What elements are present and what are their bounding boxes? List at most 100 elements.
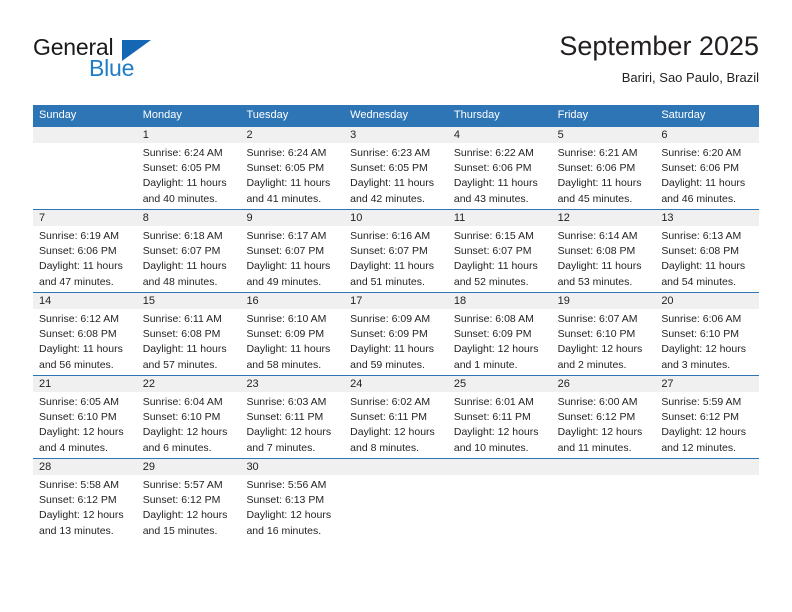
day-cell[interactable]: Sunrise: 6:02 AM Sunset: 6:11 PM Dayligh… [344, 392, 448, 458]
day-cell[interactable]: Sunrise: 6:13 AM Sunset: 6:08 PM Dayligh… [655, 226, 759, 292]
day-number[interactable]: 14 [33, 293, 137, 309]
day-number[interactable]: 28 [33, 459, 137, 475]
day-cell[interactable]: Sunrise: 6:09 AM Sunset: 6:09 PM Dayligh… [344, 309, 448, 375]
day-cell[interactable]: Sunrise: 6:16 AM Sunset: 6:07 PM Dayligh… [344, 226, 448, 292]
day-number[interactable]: 1 [137, 127, 241, 143]
sunset-text: Sunset: 6:10 PM [661, 328, 739, 341]
day-number[interactable]: 5 [552, 127, 656, 143]
daylight-text-line2: and 58 minutes. [246, 358, 322, 371]
day-cell[interactable]: Sunrise: 6:24 AM Sunset: 6:05 PM Dayligh… [137, 143, 241, 209]
day-cell[interactable]: Sunrise: 6:24 AM Sunset: 6:05 PM Dayligh… [240, 143, 344, 209]
day-number[interactable]: 29 [137, 459, 241, 475]
day-cell[interactable]: Sunrise: 6:05 AM Sunset: 6:10 PM Dayligh… [33, 392, 137, 458]
sunrise-text: Sunrise: 6:00 AM [557, 396, 638, 408]
day-cell[interactable] [552, 475, 656, 541]
day-number[interactable]: 13 [655, 210, 759, 226]
day-number[interactable]: 4 [448, 127, 552, 143]
sunrise-text: Sunrise: 6:08 AM [453, 313, 534, 325]
sunrise-text: Sunrise: 6:18 AM [142, 230, 223, 242]
day-number[interactable] [448, 459, 552, 475]
day-cell[interactable]: Sunrise: 5:58 AM Sunset: 6:12 PM Dayligh… [33, 475, 137, 541]
day-number[interactable]: 12 [552, 210, 656, 226]
day-cell[interactable]: Sunrise: 5:59 AM Sunset: 6:12 PM Dayligh… [655, 392, 759, 458]
daylight-text-line2: and 10 minutes. [453, 441, 529, 454]
day-number[interactable]: 17 [344, 293, 448, 309]
sunrise-text: Sunrise: 6:15 AM [453, 230, 534, 242]
day-number[interactable]: 9 [240, 210, 344, 226]
day-number[interactable]: 27 [655, 376, 759, 392]
day-number[interactable]: 16 [240, 293, 344, 309]
sunrise-text: Sunrise: 6:22 AM [453, 147, 534, 159]
day-cell[interactable]: Sunrise: 5:56 AM Sunset: 6:13 PM Dayligh… [240, 475, 344, 541]
day-number[interactable]: 25 [448, 376, 552, 392]
day-number[interactable]: 3 [344, 127, 448, 143]
day-number[interactable]: 6 [655, 127, 759, 143]
day-cell[interactable]: Sunrise: 6:22 AM Sunset: 6:06 PM Dayligh… [448, 143, 552, 209]
sunrise-text: Sunrise: 5:57 AM [142, 479, 223, 491]
daylight-text-line1: Daylight: 11 hours [661, 260, 746, 273]
day-number[interactable] [552, 459, 656, 475]
day-cell[interactable]: Sunrise: 6:08 AM Sunset: 6:09 PM Dayligh… [448, 309, 552, 375]
daylight-text-line1: Daylight: 11 hours [350, 260, 435, 273]
calendar-page: General Blue September 2025 Bariri, Sao … [0, 0, 792, 612]
day-cell[interactable] [33, 143, 137, 209]
day-cell[interactable]: Sunrise: 6:21 AM Sunset: 6:06 PM Dayligh… [552, 143, 656, 209]
weekday-header-saturday: Saturday [661, 109, 706, 121]
day-number[interactable]: 2 [240, 127, 344, 143]
day-number[interactable]: 30 [240, 459, 344, 475]
day-number[interactable]: 10 [344, 210, 448, 226]
day-number[interactable]: 19 [552, 293, 656, 309]
week-row: 1 2 3 4 5 6 Sunrise: 6:24 AM Sunset: 6:0… [33, 126, 759, 209]
day-cell[interactable]: Sunrise: 6:17 AM Sunset: 6:07 PM Dayligh… [240, 226, 344, 292]
day-cell[interactable]: Sunrise: 6:06 AM Sunset: 6:10 PM Dayligh… [655, 309, 759, 375]
daylight-text-line1: Daylight: 12 hours [142, 426, 228, 439]
day-number[interactable] [33, 127, 137, 143]
day-number[interactable]: 15 [137, 293, 241, 309]
day-number[interactable]: 18 [448, 293, 552, 309]
day-number[interactable]: 24 [344, 376, 448, 392]
day-number[interactable]: 11 [448, 210, 552, 226]
sunrise-text: Sunrise: 6:24 AM [246, 147, 327, 159]
day-cell[interactable] [448, 475, 552, 541]
day-number[interactable] [344, 459, 448, 475]
daylight-text-line1: Daylight: 11 hours [557, 260, 642, 273]
day-number[interactable]: 7 [33, 210, 137, 226]
day-cell[interactable]: Sunrise: 6:00 AM Sunset: 6:12 PM Dayligh… [552, 392, 656, 458]
daylight-text-line1: Daylight: 12 hours [453, 426, 539, 439]
day-cell[interactable] [344, 475, 448, 541]
sunrise-text: Sunrise: 6:17 AM [246, 230, 327, 242]
day-number[interactable]: 20 [655, 293, 759, 309]
day-cell[interactable]: Sunrise: 6:11 AM Sunset: 6:08 PM Dayligh… [137, 309, 241, 375]
sunrise-text: Sunrise: 5:58 AM [39, 479, 119, 491]
daylight-text-line2: and 52 minutes. [453, 275, 529, 288]
daylight-text-line1: Daylight: 11 hours [246, 177, 331, 190]
daylight-text-line2: and 12 minutes. [661, 441, 737, 454]
day-number[interactable]: 21 [33, 376, 137, 392]
general-blue-logo[interactable]: General Blue [33, 34, 233, 92]
day-cell[interactable]: Sunrise: 6:01 AM Sunset: 6:11 PM Dayligh… [448, 392, 552, 458]
day-cell[interactable]: Sunrise: 5:57 AM Sunset: 6:12 PM Dayligh… [137, 475, 241, 541]
day-number[interactable]: 23 [240, 376, 344, 392]
day-cell[interactable]: Sunrise: 6:23 AM Sunset: 6:05 PM Dayligh… [344, 143, 448, 209]
daylight-text-line2: and 7 minutes. [246, 441, 316, 454]
day-cell[interactable]: Sunrise: 6:12 AM Sunset: 6:08 PM Dayligh… [33, 309, 137, 375]
day-number[interactable] [655, 459, 759, 475]
day-detail-row: Sunrise: 5:58 AM Sunset: 6:12 PM Dayligh… [33, 475, 759, 541]
day-cell[interactable]: Sunrise: 6:10 AM Sunset: 6:09 PM Dayligh… [240, 309, 344, 375]
day-cell[interactable]: Sunrise: 6:03 AM Sunset: 6:11 PM Dayligh… [240, 392, 344, 458]
day-cell[interactable]: Sunrise: 6:14 AM Sunset: 6:08 PM Dayligh… [552, 226, 656, 292]
day-cell[interactable]: Sunrise: 6:20 AM Sunset: 6:06 PM Dayligh… [655, 143, 759, 209]
day-number[interactable]: 26 [552, 376, 656, 392]
day-cell[interactable]: Sunrise: 6:19 AM Sunset: 6:06 PM Dayligh… [33, 226, 137, 292]
day-cell[interactable] [655, 475, 759, 541]
day-number[interactable]: 22 [137, 376, 241, 392]
daylight-text-line2: and 57 minutes. [142, 358, 218, 371]
daylight-text-line1: Daylight: 12 hours [39, 426, 124, 439]
sunrise-text: Sunrise: 6:13 AM [661, 230, 742, 242]
day-cell[interactable]: Sunrise: 6:07 AM Sunset: 6:10 PM Dayligh… [552, 309, 656, 375]
day-cell[interactable]: Sunrise: 6:04 AM Sunset: 6:10 PM Dayligh… [137, 392, 241, 458]
day-number[interactable]: 8 [137, 210, 241, 226]
daylight-text-line1: Daylight: 12 hours [557, 426, 643, 439]
day-cell[interactable]: Sunrise: 6:15 AM Sunset: 6:07 PM Dayligh… [448, 226, 552, 292]
day-cell[interactable]: Sunrise: 6:18 AM Sunset: 6:07 PM Dayligh… [137, 226, 241, 292]
